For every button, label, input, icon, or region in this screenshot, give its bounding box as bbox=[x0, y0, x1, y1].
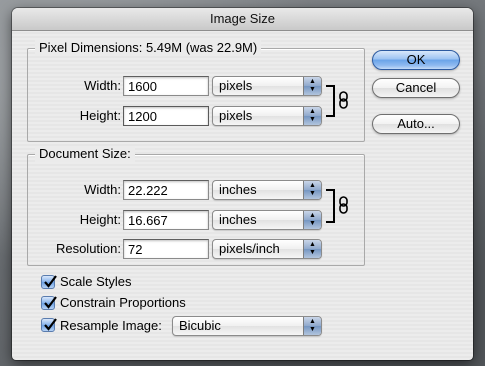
document-size-group: Document Size: Width: inches ▲▼ Height: … bbox=[27, 146, 365, 266]
pixel-height-label: Height: bbox=[79, 108, 121, 123]
pixel-width-unit-value: pixels bbox=[219, 78, 253, 93]
chain-link-icon bbox=[339, 91, 348, 109]
pixel-width-unit-select[interactable]: pixels ▲ ▼ bbox=[212, 76, 322, 96]
up-down-arrows-icon: ▲ ▼ bbox=[303, 240, 321, 258]
scale-styles-checkbox[interactable] bbox=[41, 275, 57, 289]
up-down-arrows-icon: ▲ ▼ bbox=[303, 317, 321, 335]
up-down-arrows-icon: ▲ ▼ bbox=[303, 181, 321, 199]
dialog-title: Image Size bbox=[12, 8, 473, 31]
cancel-button[interactable]: Cancel bbox=[372, 78, 460, 98]
checkmark-icon bbox=[44, 318, 57, 331]
doc-width-label: Width: bbox=[84, 182, 121, 197]
doc-width-unit-select[interactable]: inches ▲ ▼ bbox=[212, 180, 322, 200]
up-down-arrows-icon: ▲ ▼ bbox=[303, 77, 321, 95]
pixel-link-bracket bbox=[326, 85, 335, 117]
pixel-width-input[interactable] bbox=[123, 76, 209, 96]
pixel-height-unit-select[interactable]: pixels ▲ ▼ bbox=[212, 106, 322, 126]
pixel-dimensions-size-info: 5.49M (was 22.9M) bbox=[145, 40, 258, 55]
document-size-label: Document Size: bbox=[35, 146, 135, 162]
resample-method-select[interactable]: Bicubic ▲ ▼ bbox=[172, 316, 322, 336]
pixel-height-input[interactable] bbox=[123, 106, 209, 126]
resolution-unit-value: pixels/inch bbox=[219, 241, 280, 256]
doc-height-unit-select[interactable]: inches ▲ ▼ bbox=[212, 210, 322, 230]
doc-height-label: Height: bbox=[79, 212, 121, 227]
resolution-input[interactable] bbox=[123, 239, 209, 259]
resample-image-label: Resample Image: bbox=[60, 318, 162, 333]
doc-width-unit-value: inches bbox=[219, 182, 257, 197]
checkmark-icon bbox=[44, 296, 57, 309]
doc-height-unit-value: inches bbox=[219, 212, 257, 227]
ok-button[interactable]: OK bbox=[372, 50, 460, 70]
resolution-unit-select[interactable]: pixels/inch ▲ ▼ bbox=[212, 239, 322, 259]
constrain-proportions-checkbox[interactable] bbox=[41, 296, 57, 310]
resample-image-checkbox[interactable] bbox=[41, 318, 57, 332]
pixel-dimensions-label: Pixel Dimensions: bbox=[39, 40, 143, 55]
doc-link-bracket bbox=[326, 189, 335, 223]
up-down-arrows-icon: ▲ ▼ bbox=[303, 211, 321, 229]
doc-width-input[interactable] bbox=[123, 180, 209, 200]
constrain-proportions-label: Constrain Proportions bbox=[60, 295, 186, 310]
resolution-label: Resolution: bbox=[55, 241, 121, 256]
resample-method-value: Bicubic bbox=[179, 318, 221, 333]
pixel-dimensions-heading: Pixel Dimensions: 5.49M (was 22.9M) bbox=[35, 40, 262, 56]
pixel-height-unit-value: pixels bbox=[219, 108, 253, 123]
image-size-dialog: Image Size Pixel Dimensions: 5.49M (was … bbox=[12, 8, 473, 360]
up-down-arrows-icon: ▲ ▼ bbox=[303, 107, 321, 125]
checkmark-icon bbox=[44, 275, 57, 288]
chain-link-icon bbox=[339, 196, 348, 214]
doc-height-input[interactable] bbox=[123, 210, 209, 230]
scale-styles-label: Scale Styles bbox=[60, 274, 132, 289]
pixel-dimensions-group: Pixel Dimensions: 5.49M (was 22.9M) Widt… bbox=[27, 40, 365, 142]
auto-button[interactable]: Auto... bbox=[372, 114, 460, 134]
pixel-width-label: Width: bbox=[84, 78, 121, 93]
